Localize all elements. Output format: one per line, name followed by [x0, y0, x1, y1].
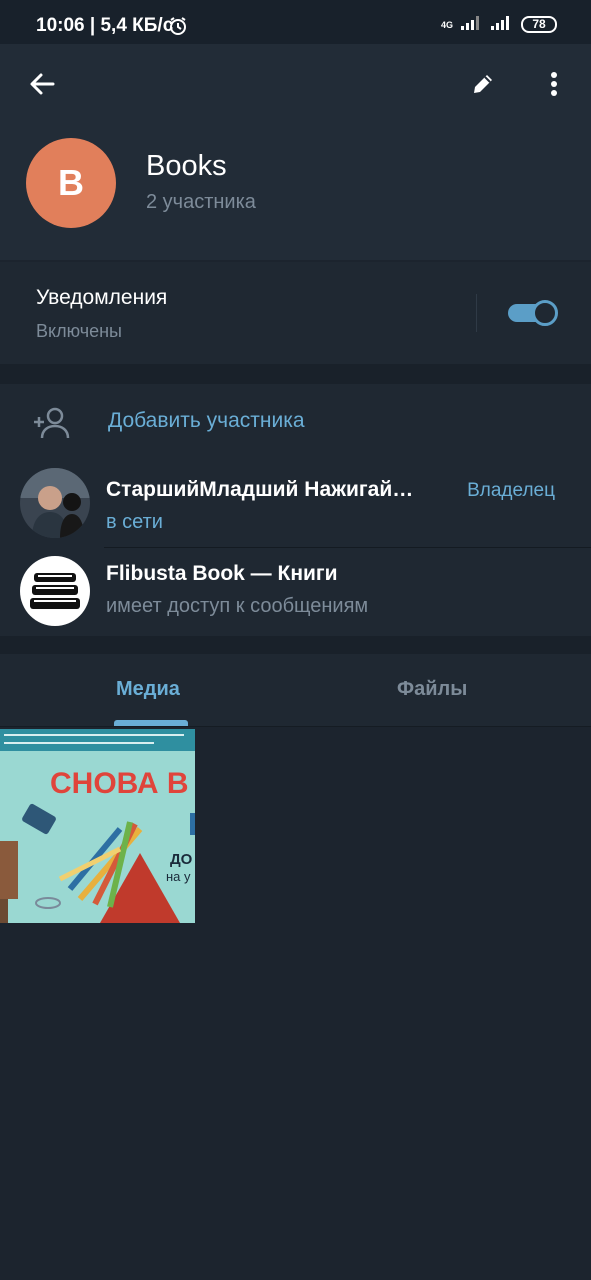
notifications-title: Уведомления: [36, 286, 168, 309]
thumb-small-text-1: ДО: [170, 851, 193, 868]
more-vert-icon: [550, 71, 558, 102]
member-status: в сети: [106, 511, 163, 533]
thumb-title: СНОВА В Ш: [50, 767, 195, 800]
member-row[interactable]: СтаршийМладший Нажигай… в сети Владелец: [0, 460, 591, 546]
group-avatar[interactable]: B: [26, 138, 116, 228]
member-name: Flibusta Book — Книги: [106, 562, 338, 585]
media-grid: СНОВА В Ш ДО на у: [0, 727, 591, 1280]
more-options-button[interactable]: [534, 66, 574, 106]
group-title: Books: [146, 150, 227, 182]
signal-icon-2: [491, 14, 513, 35]
member-name: СтаршийМладший Нажигай…: [106, 478, 414, 501]
media-tabs: Медиа Файлы: [0, 654, 591, 726]
section-gap: [0, 364, 591, 384]
avatar: [20, 468, 90, 538]
add-member-label: Добавить участника: [108, 409, 305, 432]
media-thumbnail[interactable]: СНОВА В Ш ДО на у: [0, 729, 195, 923]
members-section: Добавить участника СтаршийМладший Нажига…: [0, 384, 591, 636]
member-row[interactable]: Flibusta Book — Книги имеет доступ к соо…: [0, 548, 591, 634]
add-member-button[interactable]: Добавить участника: [0, 384, 591, 460]
tab-media[interactable]: Медиа: [116, 678, 180, 701]
divider: [476, 294, 477, 332]
notifications-status: Включены: [36, 321, 122, 341]
member-count: 2 участника: [146, 191, 256, 213]
chat-header: B Books 2 участника: [0, 44, 591, 260]
alarm-icon: [168, 16, 188, 41]
back-arrow-icon: [29, 72, 55, 101]
network-type: 4G: [440, 19, 453, 30]
status-bar: 10:06 | 5,4 КБ/с 4G 78: [0, 0, 591, 44]
pencil-icon: [470, 71, 496, 102]
section-gap: [0, 636, 591, 654]
back-button[interactable]: [22, 66, 62, 106]
add-user-icon: [32, 406, 72, 445]
toggle-thumb: [532, 300, 558, 326]
edit-button[interactable]: [463, 66, 503, 106]
battery-indicator: 78: [521, 16, 557, 33]
member-role-badge: Владелец: [467, 480, 555, 501]
signal-icon: [461, 14, 483, 35]
thumb-small-text-2: на у: [166, 869, 191, 884]
notifications-row[interactable]: Уведомления Включены: [0, 262, 591, 364]
member-status: имеет доступ к сообщениям: [106, 595, 369, 617]
books-avatar: [20, 556, 90, 626]
status-bar-text: 10:06 | 5,4 КБ/с: [36, 15, 174, 36]
notifications-toggle[interactable]: [508, 300, 558, 326]
tab-files[interactable]: Файлы: [397, 678, 467, 701]
